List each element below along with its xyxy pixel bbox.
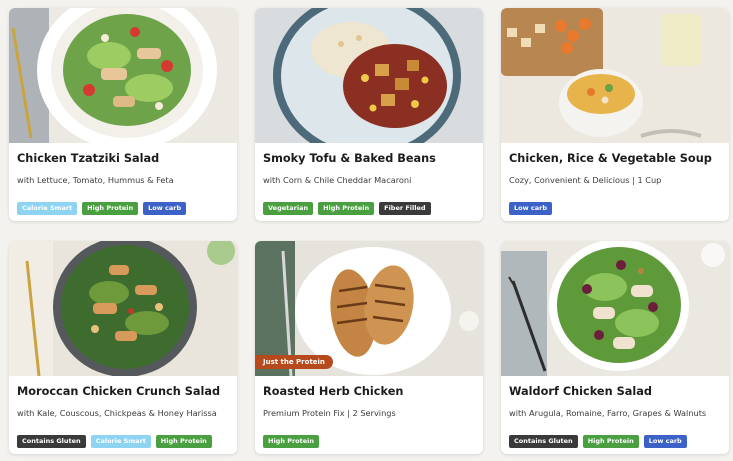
meal-image[interactable] <box>255 8 483 143</box>
tag-high-protein: High Protein <box>582 435 639 448</box>
meal-image[interactable] <box>9 241 237 376</box>
meal-title[interactable]: Moroccan Chicken Crunch Salad <box>17 385 229 399</box>
tag-list: Calorie Smart High Protein Low carb <box>17 202 229 215</box>
meal-subtitle: with Corn & Chile Cheddar Macaroni <box>263 175 412 185</box>
tag-high-protein: High Protein <box>263 435 320 448</box>
tag-high-protein: High Protein <box>82 202 139 215</box>
meal-card[interactable]: Waldorf Chicken Salad with Arugula, Roma… <box>501 241 729 454</box>
meal-title[interactable]: Chicken Tzatziki Salad <box>17 152 229 166</box>
meal-card[interactable]: Moroccan Chicken Crunch Salad with Kale,… <box>9 241 237 454</box>
meal-image[interactable] <box>9 8 237 143</box>
meal-card[interactable]: Just the Protein Roasted Herb Chicken Pr… <box>255 241 483 454</box>
chicken-tzatziki-salad-photo <box>9 8 237 143</box>
tag-low-carb: Low carb <box>643 435 687 448</box>
meal-subtitle: with Kale, Couscous, Chickpeas & Honey H… <box>17 408 217 418</box>
tag-fiber-filled: Fiber Filled <box>379 202 431 215</box>
meal-title[interactable]: Roasted Herb Chicken <box>263 385 475 399</box>
meal-subtitle: Premium Protein Fix | 2 Servings <box>263 408 396 418</box>
just-the-protein-tag: Just the Protein <box>255 355 333 369</box>
chicken-rice-vegetable-soup-photo <box>501 8 729 143</box>
meal-image[interactable]: Just the Protein <box>255 241 483 376</box>
meal-subtitle: with Lettuce, Tomato, Hummus & Feta <box>17 175 174 185</box>
tag-list: High Protein <box>263 435 475 448</box>
tag-vegetarian: Vegetarian <box>263 202 314 215</box>
tag-list: Vegetarian High Protein Fiber Filled <box>263 202 475 215</box>
tag-calorie-smart: Calorie Smart <box>17 202 78 215</box>
tag-high-protein: High Protein <box>155 435 212 448</box>
meal-title[interactable]: Chicken, Rice & Vegetable Soup <box>509 152 721 166</box>
tag-list: Low carb <box>509 202 721 215</box>
waldorf-chicken-salad-photo <box>501 241 729 376</box>
tag-contains-gluten: Contains Gluten <box>17 435 86 448</box>
meal-subtitle: with Arugula, Romaine, Farro, Grapes & W… <box>509 408 707 418</box>
tag-low-carb: Low carb <box>143 202 187 215</box>
tag-calorie-smart: Calorie Smart <box>90 435 151 448</box>
meal-image[interactable] <box>501 241 729 376</box>
meal-image[interactable] <box>501 8 729 143</box>
smoky-tofu-baked-beans-photo <box>255 8 483 143</box>
moroccan-chicken-crunch-salad-photo <box>9 241 237 376</box>
tag-list: Contains Gluten Calorie Smart High Prote… <box>17 435 229 448</box>
meal-card[interactable]: Smoky Tofu & Baked Beans with Corn & Chi… <box>255 8 483 221</box>
meal-card[interactable]: Chicken Tzatziki Salad with Lettuce, Tom… <box>9 8 237 221</box>
tag-contains-gluten: Contains Gluten <box>509 435 578 448</box>
meal-title[interactable]: Smoky Tofu & Baked Beans <box>263 152 475 166</box>
tag-high-protein: High Protein <box>318 202 375 215</box>
meal-card[interactable]: Chicken, Rice & Vegetable Soup Cozy, Con… <box>501 8 729 221</box>
meal-subtitle: Cozy, Convenient & Delicious | 1 Cup <box>509 175 662 185</box>
tag-list: Contains Gluten High Protein Low carb <box>509 435 721 448</box>
tag-low-carb: Low carb <box>509 202 552 215</box>
meal-title[interactable]: Waldorf Chicken Salad <box>509 385 721 399</box>
